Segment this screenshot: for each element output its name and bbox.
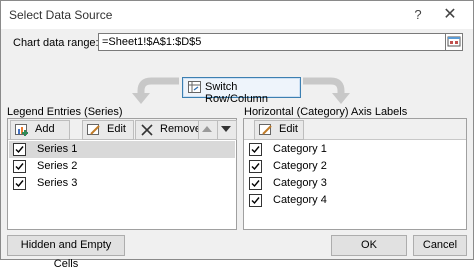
check-icon — [15, 180, 24, 188]
edit-icon — [87, 124, 100, 135]
move-up-button[interactable] — [198, 120, 218, 140]
switch-row-column-button[interactable]: Switch Row/Column — [182, 77, 301, 105]
series-checkbox[interactable] — [13, 143, 26, 156]
cancel-button[interactable]: Cancel — [413, 235, 467, 256]
move-down-icon — [221, 126, 231, 132]
hidden-empty-cells-button[interactable]: Hidden and Empty Cells — [7, 235, 125, 270]
axis-labels-panel: Edit Category 1 Category 2 Category 3 Ca… — [243, 118, 467, 230]
edit-icon — [259, 124, 272, 135]
series-checkbox[interactable] — [13, 177, 26, 190]
chart-data-range-label: Chart data range: — [13, 37, 99, 49]
remove-series-button[interactable]: Remove — [135, 120, 201, 140]
legend-entries-panel: Add Edit Remove Series 1 Series 2 Series… — [7, 118, 237, 230]
edit-series-button[interactable]: Edit — [82, 120, 134, 140]
series-row[interactable]: Series 1 — [9, 141, 235, 158]
axis-toolbar: Edit — [244, 119, 466, 140]
move-up-icon — [202, 126, 212, 132]
category-row[interactable]: Category 3 — [245, 175, 465, 192]
dialog-title: Select Data Source — [9, 8, 113, 22]
category-row[interactable]: Category 1 — [245, 141, 465, 158]
switch-row-column-icon — [188, 81, 201, 93]
move-down-button[interactable] — [217, 120, 237, 140]
axis-labels-label: Horizontal (Category) Axis Labels — [244, 106, 408, 118]
series-label: Series 2 — [37, 160, 78, 172]
series-checkbox[interactable] — [13, 160, 26, 173]
series-row[interactable]: Series 3 — [9, 175, 235, 192]
chart-data-range-input[interactable]: =Sheet1!$A$1:$D$5 — [98, 33, 453, 51]
series-label: Series 3 — [37, 177, 78, 189]
category-checkbox[interactable] — [249, 194, 262, 207]
category-checkbox[interactable] — [249, 177, 262, 190]
title-bar: Select Data Source ? ✕ — [1, 1, 473, 29]
check-icon — [251, 146, 260, 154]
edit-axis-labels-button[interactable]: Edit — [254, 120, 304, 140]
add-label: Add — [35, 123, 55, 135]
check-icon — [15, 146, 24, 154]
category-row[interactable]: Category 4 — [245, 192, 465, 209]
help-button[interactable]: ? — [405, 4, 431, 26]
category-label: Category 4 — [273, 194, 327, 206]
add-icon — [15, 124, 28, 136]
category-label: Category 2 — [273, 160, 327, 172]
switch-row-column-label: Switch Row/Column — [205, 81, 268, 105]
category-checkbox[interactable] — [249, 143, 262, 156]
legend-toolbar: Add Edit Remove — [8, 119, 237, 140]
close-button[interactable]: ✕ — [437, 4, 463, 26]
category-checkbox[interactable] — [249, 160, 262, 173]
category-label: Category 1 — [273, 143, 327, 155]
select-data-source-dialog: Select Data Source ? ✕ Chart data range:… — [0, 0, 474, 270]
category-row[interactable]: Category 2 — [245, 158, 465, 175]
series-row[interactable]: Series 2 — [9, 158, 235, 175]
remove-icon — [141, 124, 153, 136]
check-icon — [251, 180, 260, 188]
add-series-button[interactable]: Add — [10, 120, 70, 140]
edit-label: Edit — [107, 123, 126, 135]
category-label: Category 3 — [273, 177, 327, 189]
collapse-dialog-icon — [447, 36, 461, 47]
remove-label: Remove — [160, 123, 201, 135]
check-icon — [251, 197, 260, 205]
series-label: Series 1 — [37, 143, 78, 155]
check-icon — [15, 163, 24, 171]
check-icon — [251, 163, 260, 171]
edit-label: Edit — [279, 123, 298, 135]
legend-entries-label: Legend Entries (Series) — [7, 106, 123, 118]
ok-button[interactable]: OK — [331, 235, 407, 256]
range-picker-button[interactable] — [445, 33, 463, 51]
